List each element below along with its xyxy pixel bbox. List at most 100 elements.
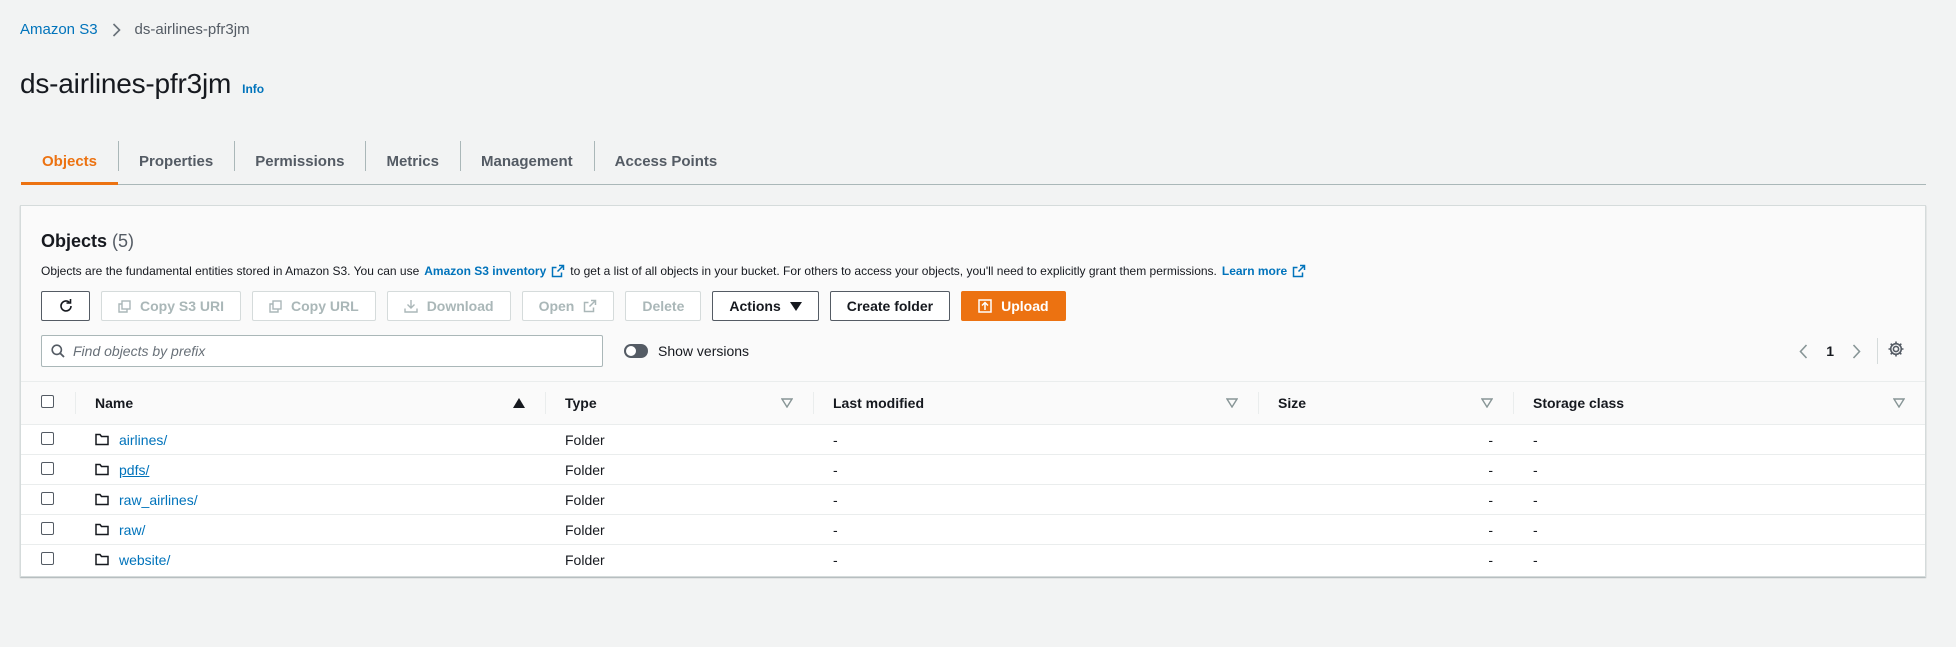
row-checkbox[interactable] <box>41 431 54 445</box>
download-icon <box>403 299 418 313</box>
copy-icon <box>269 299 282 313</box>
column-size-label: Size <box>1278 395 1307 411</box>
folder-icon <box>95 523 109 536</box>
name-cell: raw/ <box>75 514 545 545</box>
last-modified-cell: - <box>813 484 1258 515</box>
storage-class-cell: - <box>1513 484 1925 515</box>
show-versions-toggle[interactable]: Show versions <box>624 343 749 359</box>
s3-inventory-link[interactable]: Amazon S3 inventory <box>424 264 565 278</box>
row-checkbox[interactable] <box>41 551 54 565</box>
refresh-button[interactable] <box>41 291 90 321</box>
size-cell: - <box>1258 484 1513 515</box>
tab-permissions[interactable]: Permissions <box>234 139 365 184</box>
type-cell: Folder <box>545 514 813 545</box>
external-link-icon <box>552 264 565 278</box>
learn-more-label: Learn more <box>1221 264 1288 278</box>
actions-dropdown[interactable]: Actions <box>712 291 819 321</box>
s3-inventory-link-label: Amazon S3 inventory <box>424 264 547 278</box>
last-modified-cell: - <box>813 514 1258 545</box>
sort-icon <box>781 398 793 408</box>
column-last-modified-label: Last modified <box>833 395 925 411</box>
table-row: raw/ Folder - - - <box>21 514 1925 545</box>
select-all-checkbox[interactable] <box>41 395 54 408</box>
learn-more-link[interactable]: Learn more <box>1222 264 1306 278</box>
column-header-last-modified[interactable]: Last modified <box>813 382 1258 425</box>
column-name-label: Name <box>95 395 134 411</box>
column-type-label: Type <box>565 395 597 411</box>
objects-panel-header: Objects (5) Objects are the fundamental … <box>21 206 1925 382</box>
column-header-size[interactable]: Size <box>1258 382 1513 425</box>
copy-url-label: Copy URL <box>291 298 359 314</box>
upload-icon <box>978 299 992 313</box>
tab-objects[interactable]: Objects <box>21 139 119 185</box>
chevron-left-icon[interactable] <box>1799 343 1808 359</box>
name-cell: pdfs/ <box>75 454 545 485</box>
size-cell: - <box>1488 551 1493 568</box>
gear-icon[interactable] <box>1887 340 1905 358</box>
row-checkbox-cell <box>21 484 75 515</box>
tab-metrics[interactable]: Metrics <box>365 139 460 184</box>
objects-toolbar: Copy S3 URI Copy URL Download Open Delet… <box>41 291 1077 321</box>
tab-properties[interactable]: Properties <box>118 139 234 184</box>
tab-bar: Objects Properties Permissions Metrics M… <box>21 139 1926 185</box>
search-icon <box>51 344 65 358</box>
size-cell: - <box>1258 454 1513 485</box>
column-header-name[interactable]: Name <box>75 382 545 425</box>
table-row: pdfs/ Folder - - - <box>21 454 1925 485</box>
name-cell: airlines/ <box>75 424 545 455</box>
row-checkbox[interactable] <box>41 521 54 535</box>
actions-label: Actions <box>729 298 781 314</box>
object-name-link[interactable]: raw/ <box>119 522 145 538</box>
object-name-link[interactable]: pdfs/ <box>119 462 149 478</box>
type-cell: Folder <box>545 484 813 515</box>
folder-icon <box>95 433 109 446</box>
copy-s3-uri-button[interactable]: Copy S3 URI <box>101 291 242 321</box>
object-name-link[interactable]: airlines/ <box>119 432 167 448</box>
sort-icon <box>1226 398 1238 408</box>
type-cell: Folder <box>565 551 605 568</box>
toggle-switch[interactable] <box>624 344 648 358</box>
download-button[interactable]: Download <box>386 291 511 321</box>
object-name-link[interactable]: raw_airlines/ <box>119 492 198 508</box>
open-label: Open <box>538 298 575 314</box>
column-header-storage-class[interactable]: Storage class <box>1513 382 1925 425</box>
search-input[interactable] <box>73 343 573 359</box>
objects-description: Objects are the fundamental entities sto… <box>41 264 1306 278</box>
column-header-type[interactable]: Type <box>545 382 813 425</box>
open-button[interactable]: Open <box>521 291 615 321</box>
refresh-icon <box>59 299 72 312</box>
copy-url-button[interactable]: Copy URL <box>252 291 376 321</box>
external-link-icon <box>583 299 597 313</box>
objects-table: Name Type Last modified Size Storage cla… <box>21 382 1925 575</box>
name-cell: raw_airlines/ <box>75 484 545 515</box>
objects-panel: Objects (5) Objects are the fundamental … <box>20 205 1926 577</box>
copy-s3-uri-label: Copy S3 URI <box>140 298 225 314</box>
folder-icon <box>95 553 109 566</box>
objects-desc-text-1: Objects are the fundamental entities sto… <box>41 264 420 278</box>
type-cell: Folder <box>545 424 813 455</box>
toggle-knob <box>626 346 636 356</box>
show-versions-label: Show versions <box>658 343 750 359</box>
objects-heading-label: Objects <box>41 231 108 251</box>
upload-button[interactable]: Upload <box>961 291 1066 321</box>
objects-count: (5) <box>112 231 135 251</box>
tab-access-points[interactable]: Access Points <box>593 139 739 184</box>
delete-button[interactable]: Delete <box>625 291 702 321</box>
objects-desc-text-2: to get a list of all objects in your buc… <box>570 264 1217 278</box>
page-header: ds-airlines-pfr3jm Info <box>20 68 264 100</box>
row-checkbox[interactable] <box>41 491 54 505</box>
create-folder-button[interactable]: Create folder <box>829 291 951 321</box>
row-checkbox-cell <box>21 514 75 545</box>
info-link[interactable]: Info <box>242 82 264 96</box>
current-page[interactable]: 1 <box>1826 343 1834 359</box>
object-name-link[interactable]: website/ <box>119 552 170 568</box>
tab-management[interactable]: Management <box>459 139 594 184</box>
row-checkbox[interactable] <box>41 461 54 475</box>
caret-down-icon <box>789 301 802 311</box>
external-link-icon <box>1292 264 1306 278</box>
breadcrumb-amazon-s3[interactable]: Amazon S3 <box>20 21 98 38</box>
objects-heading: Objects (5) <box>41 231 134 252</box>
upload-label: Upload <box>1001 298 1049 314</box>
filter-row: Show versions <box>41 335 749 367</box>
chevron-right-icon[interactable] <box>1852 343 1861 359</box>
